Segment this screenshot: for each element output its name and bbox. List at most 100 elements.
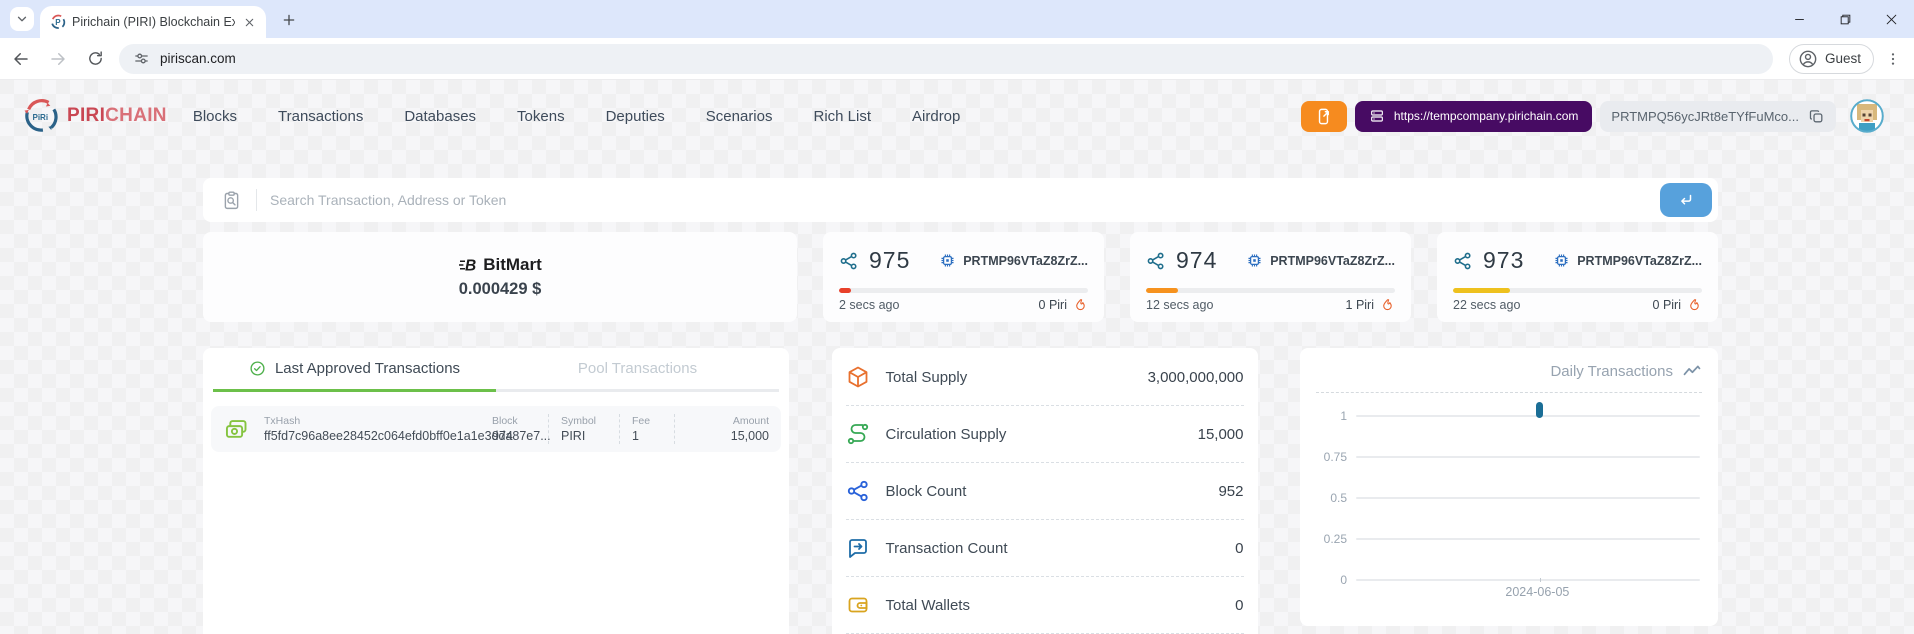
symbol-value: PIRI [561, 429, 586, 443]
stat-row-block-count: Block Count 952 [845, 463, 1244, 520]
block-number[interactable]: 974 [1176, 247, 1217, 274]
tab-title: Pirichain (PIRI) Blockchain Explo [72, 15, 235, 29]
nav-item-deputies[interactable]: Deputies [606, 108, 665, 125]
svg-text:P: P [55, 18, 61, 27]
tab-last-approved-transactions[interactable]: Last Approved Transactions [213, 348, 496, 392]
pirichain-logo-icon: PiRi [24, 99, 58, 132]
tab-search-button[interactable] [10, 7, 34, 31]
nav-item-tokens[interactable]: Tokens [517, 108, 565, 125]
price-card: B BitMart 0.000429 $ [203, 232, 797, 322]
block-reward: 1 Piri [1345, 298, 1374, 312]
pirichain-logo[interactable]: PiRi PIRICHAIN [22, 97, 167, 135]
back-button[interactable] [5, 43, 37, 75]
page-background: PiRi PIRICHAIN Blocks Transactions Datab… [0, 80, 1914, 634]
nav-item-blocks[interactable]: Blocks [193, 108, 237, 125]
cpu-chip-icon [1555, 254, 1568, 267]
stat-label: Transaction Count [885, 539, 1008, 557]
url-bar[interactable]: piriscan.com [119, 43, 1773, 74]
guest-person-icon [1799, 50, 1817, 67]
mobile-app-button[interactable] [1300, 100, 1347, 132]
cash-icon [225, 419, 247, 438]
block-value[interactable]: 974 [492, 429, 536, 443]
stat-value: 952 [1218, 482, 1244, 500]
wallet-address-pill[interactable]: PRTMPQ56ycJRt8eTYfFuMco... [1600, 100, 1836, 132]
wallet-address-text: PRTMPQ56ycJRt8eTYfFuMco... [1611, 108, 1799, 124]
browser-menu-button[interactable] [1878, 44, 1908, 74]
copy-icon[interactable] [1808, 108, 1825, 125]
column-divider [619, 414, 620, 444]
tab-close-icon[interactable] [241, 14, 258, 31]
message-arrow-icon [848, 539, 867, 558]
search-submit-button[interactable] [1660, 183, 1712, 217]
block-number[interactable]: 973 [1483, 247, 1524, 274]
flame-icon [1076, 299, 1085, 311]
block-label: Block [492, 415, 518, 427]
node-url-button[interactable]: https://tempcompany.pirichain.com [1354, 100, 1593, 132]
browser-tabstrip: P Pirichain (PIRI) Blockchain Explo [0, 0, 1914, 38]
window-minimize-button[interactable] [1776, 0, 1822, 38]
profile-button[interactable]: Guest [1788, 43, 1874, 74]
chart-bar[interactable] [1536, 402, 1544, 418]
block-age-progress [1146, 288, 1395, 293]
block-producer[interactable]: PRTMP96VTaZ8ZrZ... [1246, 252, 1395, 269]
stat-label: Total Supply [885, 368, 968, 386]
block-age: 12 secs ago [1146, 298, 1214, 312]
profile-label: Guest [1824, 51, 1861, 66]
stat-row-total-supply: Total Supply 3,000,000,000 [845, 349, 1244, 406]
block-card[interactable]: 975 PRTMP96VTaZ8ZrZ... 2 secs ago 0 Piri [823, 232, 1104, 322]
share-nodes-icon [847, 480, 868, 502]
check-circle-icon [250, 361, 265, 376]
cube-icon [848, 366, 867, 388]
block-card[interactable]: 974 PRTMP96VTaZ8ZrZ... 12 secs ago 1 Pir… [1130, 232, 1411, 322]
flame-icon [1690, 299, 1699, 311]
amount-label: Amount [732, 415, 769, 427]
search-input[interactable] [270, 192, 1718, 208]
site-header: PiRi PIRICHAIN Blocks Transactions Datab… [0, 80, 1914, 152]
window-close-button[interactable] [1868, 0, 1914, 38]
user-avatar[interactable] [1850, 99, 1884, 133]
route-icon [847, 423, 868, 445]
nav-item-rich-list[interactable]: Rich List [813, 108, 871, 125]
refresh-button[interactable] [79, 43, 111, 75]
block-producer[interactable]: PRTMP96VTaZ8ZrZ... [1553, 252, 1702, 269]
fee-label: Fee [632, 415, 651, 427]
tab-pool-transactions[interactable]: Pool Transactions [496, 348, 779, 392]
x-tick-label: 2024-06-05 [1505, 585, 1570, 599]
nav-item-airdrop[interactable]: Airdrop [912, 108, 960, 125]
block-reward: 0 Piri [1038, 298, 1067, 312]
txhash-value[interactable]: ff5fd7c96a8ee28452c064efd0bff0e1a1e3dda8… [264, 429, 551, 443]
search-divider [256, 189, 257, 211]
nav-item-databases[interactable]: Databases [404, 108, 476, 125]
flame-icon [1383, 299, 1392, 311]
amount-value: 15,000 [730, 429, 769, 443]
share-nodes-icon [1147, 252, 1164, 269]
y-tick-label: 0 [1340, 573, 1347, 587]
logo-wordmark: PIRICHAIN [67, 105, 167, 126]
block-producer[interactable]: PRTMP96VTaZ8ZrZ... [939, 252, 1088, 269]
y-tick-label: 0.25 [1323, 532, 1347, 546]
url-text: piriscan.com [160, 51, 236, 66]
chart-title: Daily Transactions [1550, 362, 1673, 380]
block-age-progress [839, 288, 1088, 293]
token-price: 0.000429 $ [458, 280, 542, 298]
x-axis-tick [1540, 578, 1542, 582]
phone-export-icon [1319, 108, 1330, 124]
nav-item-scenarios[interactable]: Scenarios [706, 108, 773, 125]
nav-item-transactions[interactable]: Transactions [278, 108, 363, 125]
block-card[interactable]: 973 PRTMP96VTaZ8ZrZ... 22 secs ago 0 Pir… [1437, 232, 1718, 322]
chart-plot-area: 1 0.75 0.5 0.25 0 2024-06-05 [1316, 402, 1702, 614]
cpu-chip-icon [941, 254, 954, 267]
fee-value: 1 [632, 429, 639, 443]
browser-tab[interactable]: P Pirichain (PIRI) Blockchain Explo [40, 6, 266, 38]
browser-urlbar-row: piriscan.com Guest [0, 38, 1914, 80]
new-tab-button[interactable] [278, 9, 300, 31]
window-restore-button[interactable] [1822, 0, 1868, 38]
pirichain-favicon: P [50, 14, 66, 30]
block-number[interactable]: 975 [869, 247, 910, 274]
forward-button[interactable] [42, 43, 74, 75]
stat-value: 3,000,000,000 [1147, 368, 1244, 386]
line-chart-icon [1683, 365, 1701, 376]
clipboard-search-icon [224, 190, 239, 209]
transaction-row[interactable]: TxHash ff5fd7c96a8ee28452c064efd0bff0e1a… [211, 406, 781, 452]
stat-row-transaction-count: Transaction Count 0 [845, 520, 1244, 577]
